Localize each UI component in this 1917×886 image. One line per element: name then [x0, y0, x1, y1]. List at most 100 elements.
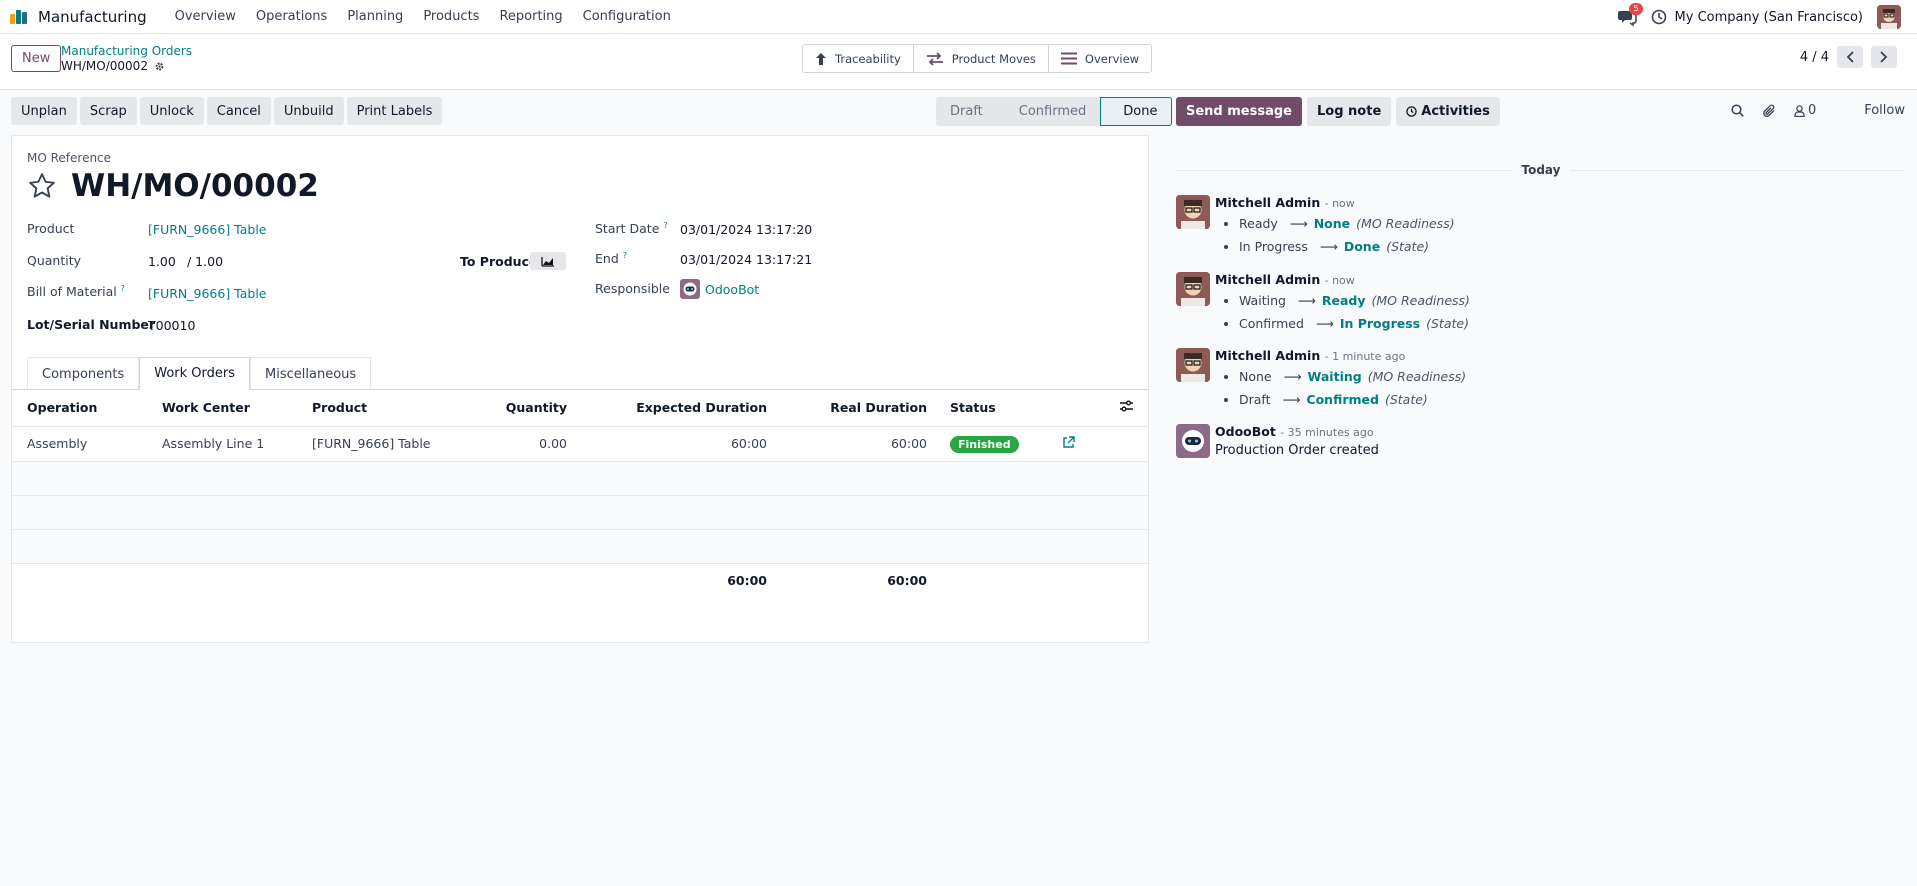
chatter-topbar: Send message Log note Activities [1176, 97, 1500, 126]
author-name[interactable]: Mitchell Admin [1215, 272, 1320, 287]
messaging-icon[interactable]: 5 [1617, 3, 1643, 27]
lot-label: Lot/Serial Number [27, 317, 156, 332]
scrap-button[interactable]: Scrap [79, 97, 137, 125]
quantity-total: / 1.00 [187, 254, 224, 269]
end-date-value[interactable]: 03/01/2024 13:17:21 [680, 252, 812, 267]
col-product[interactable]: Product [297, 390, 467, 427]
unlock-button[interactable]: Unlock [139, 97, 204, 125]
message-time: - 35 minutes ago [1280, 426, 1374, 439]
paperclip-icon[interactable] [1762, 104, 1776, 118]
follow-button[interactable]: Follow [1864, 103, 1905, 118]
field-name: (State) [1426, 316, 1469, 331]
old-value: Waiting [1239, 293, 1286, 308]
author-avatar[interactable] [1176, 272, 1210, 306]
totals-row: 60:00 60:00 [12, 562, 1148, 597]
unbuild-button[interactable]: Unbuild [273, 97, 344, 125]
table-row[interactable]: Assembly Assembly Line 1 [FURN_9666] Tab… [12, 426, 1148, 462]
total-real-duration: 60:00 [782, 562, 942, 597]
menu-planning[interactable]: Planning [337, 9, 413, 24]
message-time: - now [1324, 274, 1355, 287]
help-icon[interactable]: ? [121, 284, 125, 293]
product-link[interactable]: [FURN_9666] Table [148, 222, 267, 237]
cell-open[interactable] [1052, 426, 1148, 462]
tab-work-orders[interactable]: Work Orders [139, 357, 251, 390]
menu-operations[interactable]: Operations [246, 9, 337, 24]
tab-components[interactable]: Components [27, 357, 140, 390]
notebook-tabs: Components Work Orders Miscellaneous [27, 357, 372, 390]
user-avatar[interactable] [1877, 5, 1901, 29]
cell-real-duration: 60:00 [782, 426, 942, 462]
date-separator: Today [1176, 163, 1904, 177]
new-value: None [1313, 216, 1351, 231]
stage-done[interactable]: Done [1100, 97, 1173, 126]
overview-button[interactable]: Overview [1049, 45, 1151, 72]
menu-reporting[interactable]: Reporting [489, 9, 572, 24]
tab-miscellaneous[interactable]: Miscellaneous [250, 357, 372, 390]
print-labels-button[interactable]: Print Labels [346, 97, 443, 125]
manufacturing-app-icon[interactable] [10, 9, 28, 24]
field-name: (MO Readiness) [1367, 369, 1467, 384]
help-icon[interactable]: ? [623, 251, 627, 260]
quantity-value: 1.00 [148, 254, 176, 269]
col-real-duration[interactable]: Real Duration [782, 390, 942, 427]
overview-label: Overview [1084, 51, 1140, 66]
col-status[interactable]: Status [942, 390, 1052, 427]
external-link-icon[interactable] [1062, 435, 1075, 449]
stage-confirmed[interactable]: Confirmed [996, 97, 1101, 126]
author-avatar[interactable] [1176, 195, 1210, 229]
bom-link[interactable]: [FURN_9666] Table [148, 286, 267, 301]
message-author: Mitchell Admin - now [1215, 195, 1355, 210]
top-navbar: Manufacturing Overview Operations Planni… [0, 0, 1917, 34]
start-date-label-text: Start Date [595, 221, 660, 237]
search-icon[interactable] [1731, 104, 1744, 117]
pager-next-button[interactable] [1871, 46, 1897, 68]
pager: 4 / 4 [1800, 46, 1897, 68]
log-note-button[interactable]: Log note [1307, 97, 1392, 126]
odoobot-avatar[interactable] [1176, 424, 1210, 458]
old-value: None [1239, 369, 1272, 384]
activities-button[interactable]: Activities [1396, 97, 1500, 126]
stage-draft[interactable]: Draft [936, 97, 997, 126]
col-work-center[interactable]: Work Center [147, 390, 297, 427]
start-date-value[interactable]: 03/01/2024 13:17:20 [680, 222, 812, 237]
message-time: - now [1324, 197, 1355, 210]
message-author: Mitchell Admin - now [1215, 272, 1355, 287]
forecast-button[interactable] [530, 252, 566, 270]
mo-reference-label: MO Reference [27, 151, 112, 165]
menu-overview[interactable]: Overview [165, 9, 246, 24]
start-date-label: Start Date ? [595, 221, 668, 236]
author-name[interactable]: Mitchell Admin [1215, 195, 1320, 210]
col-operation[interactable]: Operation [12, 390, 147, 427]
star-icon[interactable] [27, 171, 57, 201]
traceability-button[interactable]: Traceability [803, 45, 914, 72]
company-switcher[interactable]: My Company (San Francisco) [1675, 10, 1863, 25]
arrow-right-icon: ⟶ [1289, 216, 1308, 231]
author-avatar[interactable] [1176, 348, 1210, 382]
author-name[interactable]: OdooBot [1215, 424, 1276, 439]
product-moves-button[interactable]: Product Moves [914, 45, 1049, 72]
empty-row [12, 461, 1148, 496]
help-icon[interactable]: ? [663, 221, 667, 230]
send-message-button[interactable]: Send message [1176, 97, 1302, 126]
pager-value[interactable]: 4 / 4 [1800, 50, 1829, 65]
unplan-button[interactable]: Unplan [11, 97, 77, 125]
author-name[interactable]: Mitchell Admin [1215, 348, 1320, 363]
date-separator-label: Today [1521, 163, 1561, 177]
clock-icon[interactable] [1651, 9, 1667, 25]
optional-columns-toggle[interactable] [1052, 390, 1148, 427]
new-button[interactable]: New [11, 45, 62, 72]
pager-previous-button[interactable] [1837, 46, 1863, 68]
cancel-button[interactable]: Cancel [206, 97, 271, 125]
menu-products[interactable]: Products [413, 9, 489, 24]
work-orders-table: Operation Work Center Product Quantity E… [12, 390, 1148, 597]
gear-icon[interactable] [154, 61, 165, 72]
menu-configuration[interactable]: Configuration [573, 9, 681, 24]
breadcrumb-parent[interactable]: Manufacturing Orders [61, 44, 192, 58]
traceability-label: Traceability [835, 51, 901, 66]
app-name[interactable]: Manufacturing [38, 8, 147, 26]
col-quantity[interactable]: Quantity [467, 390, 582, 427]
col-expected-duration[interactable]: Expected Duration [582, 390, 782, 427]
mo-reference: WH/MO/00002 [71, 168, 319, 204]
responsible-field[interactable]: OdooBot [680, 279, 759, 299]
followers-button[interactable]: 0 [1794, 103, 1816, 118]
